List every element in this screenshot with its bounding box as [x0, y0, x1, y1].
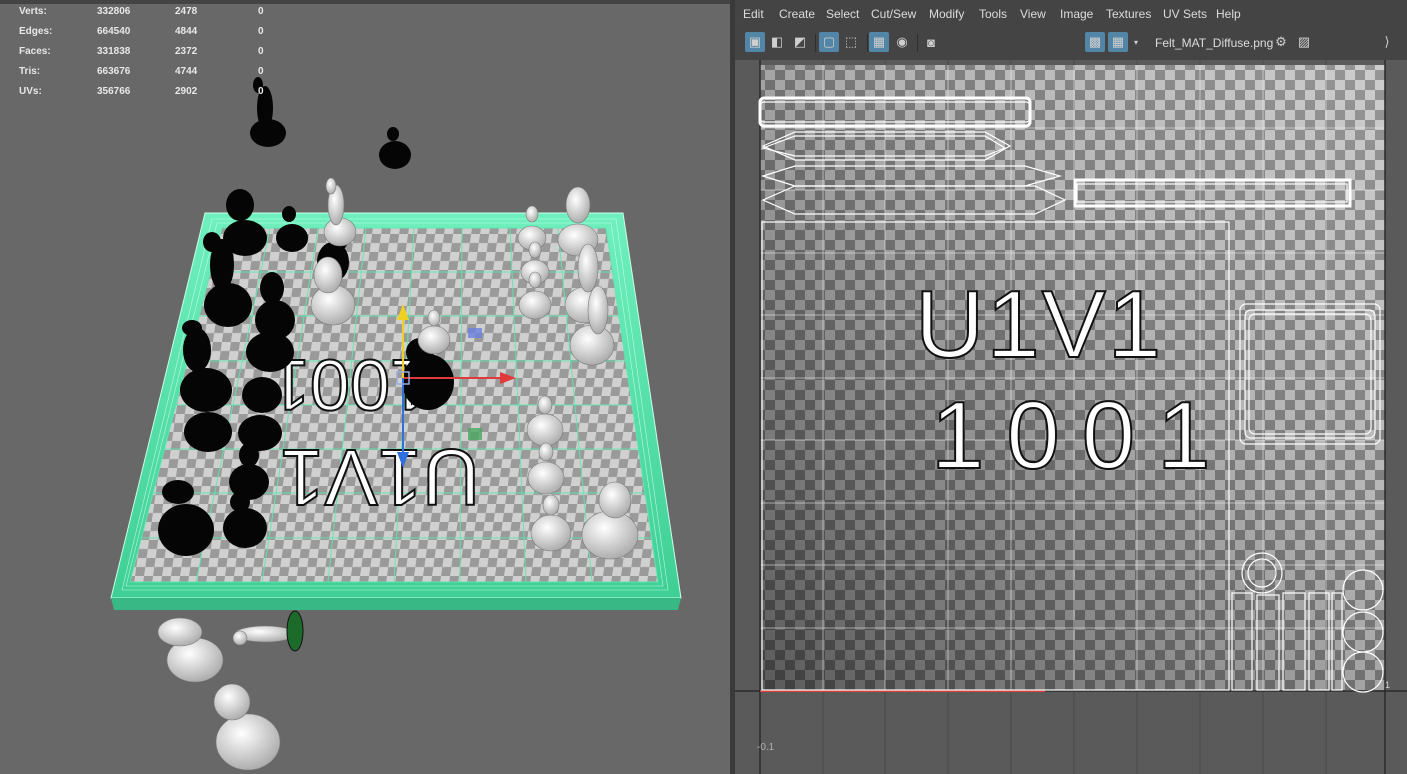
- menu-modify[interactable]: Modify: [929, 7, 964, 21]
- texture-dropdown-chevron-icon[interactable]: ▾: [1131, 32, 1141, 52]
- hud-label: Edges:: [19, 26, 53, 37]
- hud-value: 2902: [175, 86, 198, 97]
- hud-value: 663676: [97, 66, 131, 77]
- menu-image[interactable]: Image: [1060, 7, 1093, 21]
- hud-value: 0: [258, 6, 264, 17]
- uv-workspace[interactable]: U1V1 1001: [735, 60, 1407, 774]
- menu-select[interactable]: Select: [826, 7, 859, 21]
- hud-value: 331838: [97, 46, 131, 57]
- board-text-u1v1: U1V1: [280, 433, 480, 522]
- grid-icon[interactable]: ▦: [869, 32, 889, 52]
- toolbar-separator: [917, 34, 918, 52]
- texture-image-icon[interactable]: ▨: [1294, 32, 1314, 52]
- menu-textures[interactable]: Textures: [1106, 7, 1151, 21]
- uv-shade-icon[interactable]: ◩: [790, 32, 810, 52]
- hud-value: 0: [258, 66, 264, 77]
- menu-cut-sew[interactable]: Cut/Sew: [871, 7, 916, 21]
- hud-label: Faces:: [19, 46, 51, 57]
- toolbar-separator: [815, 34, 816, 52]
- hud-value: 356766: [97, 86, 131, 97]
- manip-plane-handle[interactable]: [468, 328, 482, 338]
- hud-value: 4844: [175, 26, 198, 37]
- uv-text-1001: 1001: [931, 382, 1233, 489]
- hud-value: 0: [258, 86, 264, 97]
- panel-collapse-icon[interactable]: ⟩: [1377, 32, 1397, 52]
- hud-value: 2478: [175, 6, 198, 17]
- uv-menu-bar: Edit Create Select Cut/Sew Modify Tools …: [735, 0, 1407, 27]
- hud-value: 0: [258, 46, 264, 57]
- menu-view[interactable]: View: [1020, 7, 1046, 21]
- uv-backface-icon[interactable]: ◧: [767, 32, 787, 52]
- uv-text-u1v1: U1V1: [915, 271, 1163, 378]
- uv-toolbar: ▣ ◧ ◩ ▢ ⬚ ▦ ◉ ◙ ▩ ▦ ▾ Felt_MAT_Diffuse.p…: [735, 27, 1407, 59]
- menu-tools[interactable]: Tools: [979, 7, 1007, 21]
- hud-value: 4744: [175, 66, 198, 77]
- uv-distortion-icon[interactable]: ⬚: [841, 32, 861, 52]
- hud-value: 664540: [97, 26, 131, 37]
- hud-label: UVs:: [19, 86, 42, 97]
- texture-name-label[interactable]: Felt_MAT_Diffuse.png: [1155, 36, 1273, 50]
- hud-row-verts: Verts: 332806 2478 0: [0, 6, 300, 20]
- uv-shell-icon[interactable]: ▣: [745, 32, 765, 52]
- menu-help[interactable]: Help: [1216, 7, 1241, 21]
- hud-value: 332806: [97, 6, 131, 17]
- toolbar-separator: [867, 34, 868, 52]
- checker-map-icon[interactable]: ▦: [1108, 32, 1128, 52]
- uv-editor-panel: Edit Create Select Cut/Sew Modify Tools …: [735, 0, 1407, 774]
- viewport-3d[interactable]: 1001 U1V1 Verts: 332806 2478 0 Edges: 66…: [0, 0, 730, 774]
- hud-row-uvs: UVs: 356766 2902 0: [0, 86, 300, 100]
- hud-row-tris: Tris: 663676 4744 0: [0, 66, 300, 80]
- menu-uv-sets[interactable]: UV Sets: [1163, 7, 1207, 21]
- snapshot-camera-icon[interactable]: ◙: [921, 32, 941, 52]
- hud-row-faces: Faces: 331838 2372 0: [0, 46, 300, 60]
- hud-label: Verts:: [19, 6, 47, 17]
- scene-canvas[interactable]: 1001 U1V1: [0, 0, 730, 774]
- uv-border-icon[interactable]: ▢: [819, 32, 839, 52]
- pawn-base-felt: [286, 610, 304, 652]
- menu-edit[interactable]: Edit: [743, 7, 764, 21]
- pixel-snap-icon[interactable]: ◉: [892, 32, 912, 52]
- uv-axis-label-one: 1: [1385, 680, 1391, 690]
- menu-create[interactable]: Create: [779, 7, 815, 21]
- hud-value: 2372: [175, 46, 198, 57]
- texture-settings-icon[interactable]: ⚙: [1271, 32, 1291, 52]
- uv-axis-label-neg: -0.1: [757, 742, 775, 753]
- uv-canvas[interactable]: U1V1 1001 -0.1 1: [735, 60, 1407, 774]
- hud-label: Tris:: [19, 66, 41, 77]
- manip-plane-handle[interactable]: [468, 428, 482, 440]
- hud-row-edges: Edges: 664540 4844 0: [0, 26, 300, 40]
- hud-value: 0: [258, 26, 264, 37]
- display-image-icon[interactable]: ▩: [1085, 32, 1105, 52]
